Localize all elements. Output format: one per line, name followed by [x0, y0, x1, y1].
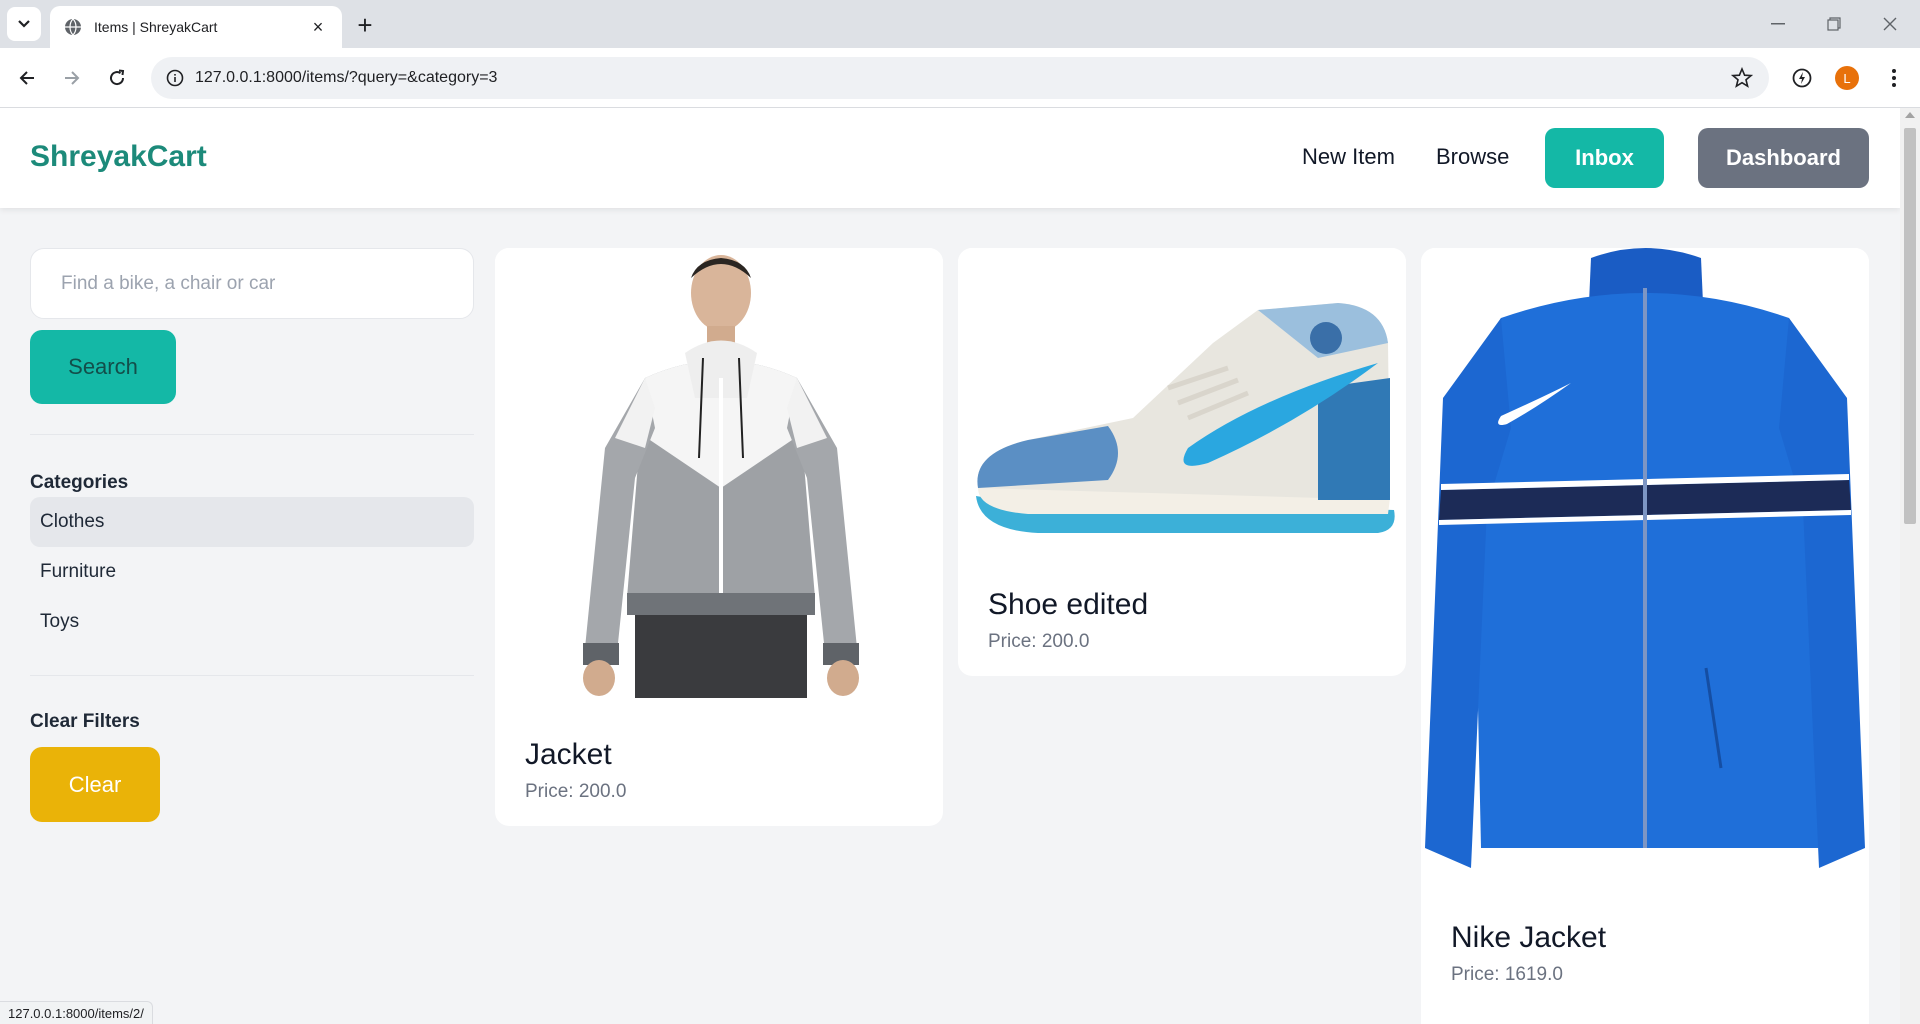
item-card[interactable]: Jacket Price: 200.0 — [495, 248, 943, 826]
reload-icon[interactable] — [101, 62, 133, 94]
minimize-icon[interactable] — [1750, 0, 1806, 48]
categories-heading: Categories — [30, 472, 129, 493]
item-card[interactable]: Shoe edited Price: 200.0 — [958, 248, 1406, 676]
nav-browse-link[interactable]: Browse — [1436, 144, 1509, 170]
dashboard-button[interactable]: Dashboard — [1698, 128, 1869, 188]
extensions-icon[interactable] — [1786, 62, 1818, 94]
sidebar-divider — [30, 675, 474, 676]
nav-new-item-link[interactable]: New Item — [1302, 144, 1395, 170]
bookmark-star-icon[interactable] — [1731, 67, 1753, 89]
item-price: Price: 1619.0 — [1451, 964, 1563, 985]
clear-filters-heading: Clear Filters — [30, 711, 140, 732]
category-item-toys[interactable]: Toys — [30, 597, 474, 647]
browser-tab-bar: Items | ShreyakCart × + — [0, 0, 1920, 48]
search-button[interactable]: Search — [30, 330, 176, 404]
browser-menu-icon[interactable] — [1878, 62, 1910, 94]
tab-title: Items | ShreyakCart — [94, 19, 218, 35]
new-tab-icon[interactable]: + — [350, 10, 380, 40]
globe-icon — [65, 18, 81, 36]
close-window-icon[interactable] — [1862, 0, 1918, 48]
browser-toolbar: 127.0.0.1:8000/items/?query=&category=3 … — [0, 48, 1920, 108]
clear-button[interactable]: Clear — [30, 747, 160, 822]
url-text: 127.0.0.1:8000/items/?query=&category=3 — [195, 69, 498, 86]
profile-avatar[interactable]: L — [1835, 66, 1859, 90]
category-item-clothes[interactable]: Clothes — [30, 497, 474, 547]
site-info-icon[interactable] — [155, 57, 195, 99]
browser-tab[interactable]: Items | ShreyakCart × — [50, 6, 342, 48]
sidebar-divider — [30, 434, 474, 435]
scroll-up-icon[interactable] — [1905, 112, 1915, 118]
page-viewport: ShreyakCart New Item Browse Inbox Dashbo… — [0, 108, 1900, 1024]
item-price: Price: 200.0 — [525, 781, 627, 802]
back-icon[interactable] — [11, 62, 43, 94]
site-navbar: ShreyakCart New Item Browse Inbox Dashbo… — [0, 108, 1900, 208]
address-bar[interactable]: 127.0.0.1:8000/items/?query=&category=3 — [151, 57, 1769, 99]
status-bar-url: 127.0.0.1:8000/items/2/ — [0, 1001, 153, 1024]
item-name: Nike Jacket — [1451, 921, 1607, 954]
item-card[interactable]: Nike Jacket Price: 1619.0 — [1421, 248, 1869, 1024]
inbox-button[interactable]: Inbox — [1545, 128, 1664, 188]
page-scrollbar[interactable] — [1900, 108, 1920, 1024]
item-name: Shoe edited — [988, 588, 1149, 621]
forward-icon[interactable] — [56, 62, 88, 94]
scrollbar-thumb[interactable] — [1904, 128, 1916, 524]
nike-jacket-product-image — [1421, 248, 1869, 888]
restore-icon[interactable] — [1806, 0, 1862, 48]
item-price: Price: 200.0 — [988, 631, 1090, 652]
category-item-furniture[interactable]: Furniture — [30, 547, 474, 597]
search-input[interactable] — [30, 248, 474, 319]
shoe-product-image — [958, 248, 1406, 548]
item-name: Jacket — [525, 738, 612, 771]
tab-search-dropdown-icon[interactable] — [7, 7, 41, 41]
brand-logo[interactable]: ShreyakCart — [30, 140, 207, 174]
jacket-product-image — [495, 248, 943, 698]
tab-close-icon[interactable]: × — [308, 17, 328, 37]
